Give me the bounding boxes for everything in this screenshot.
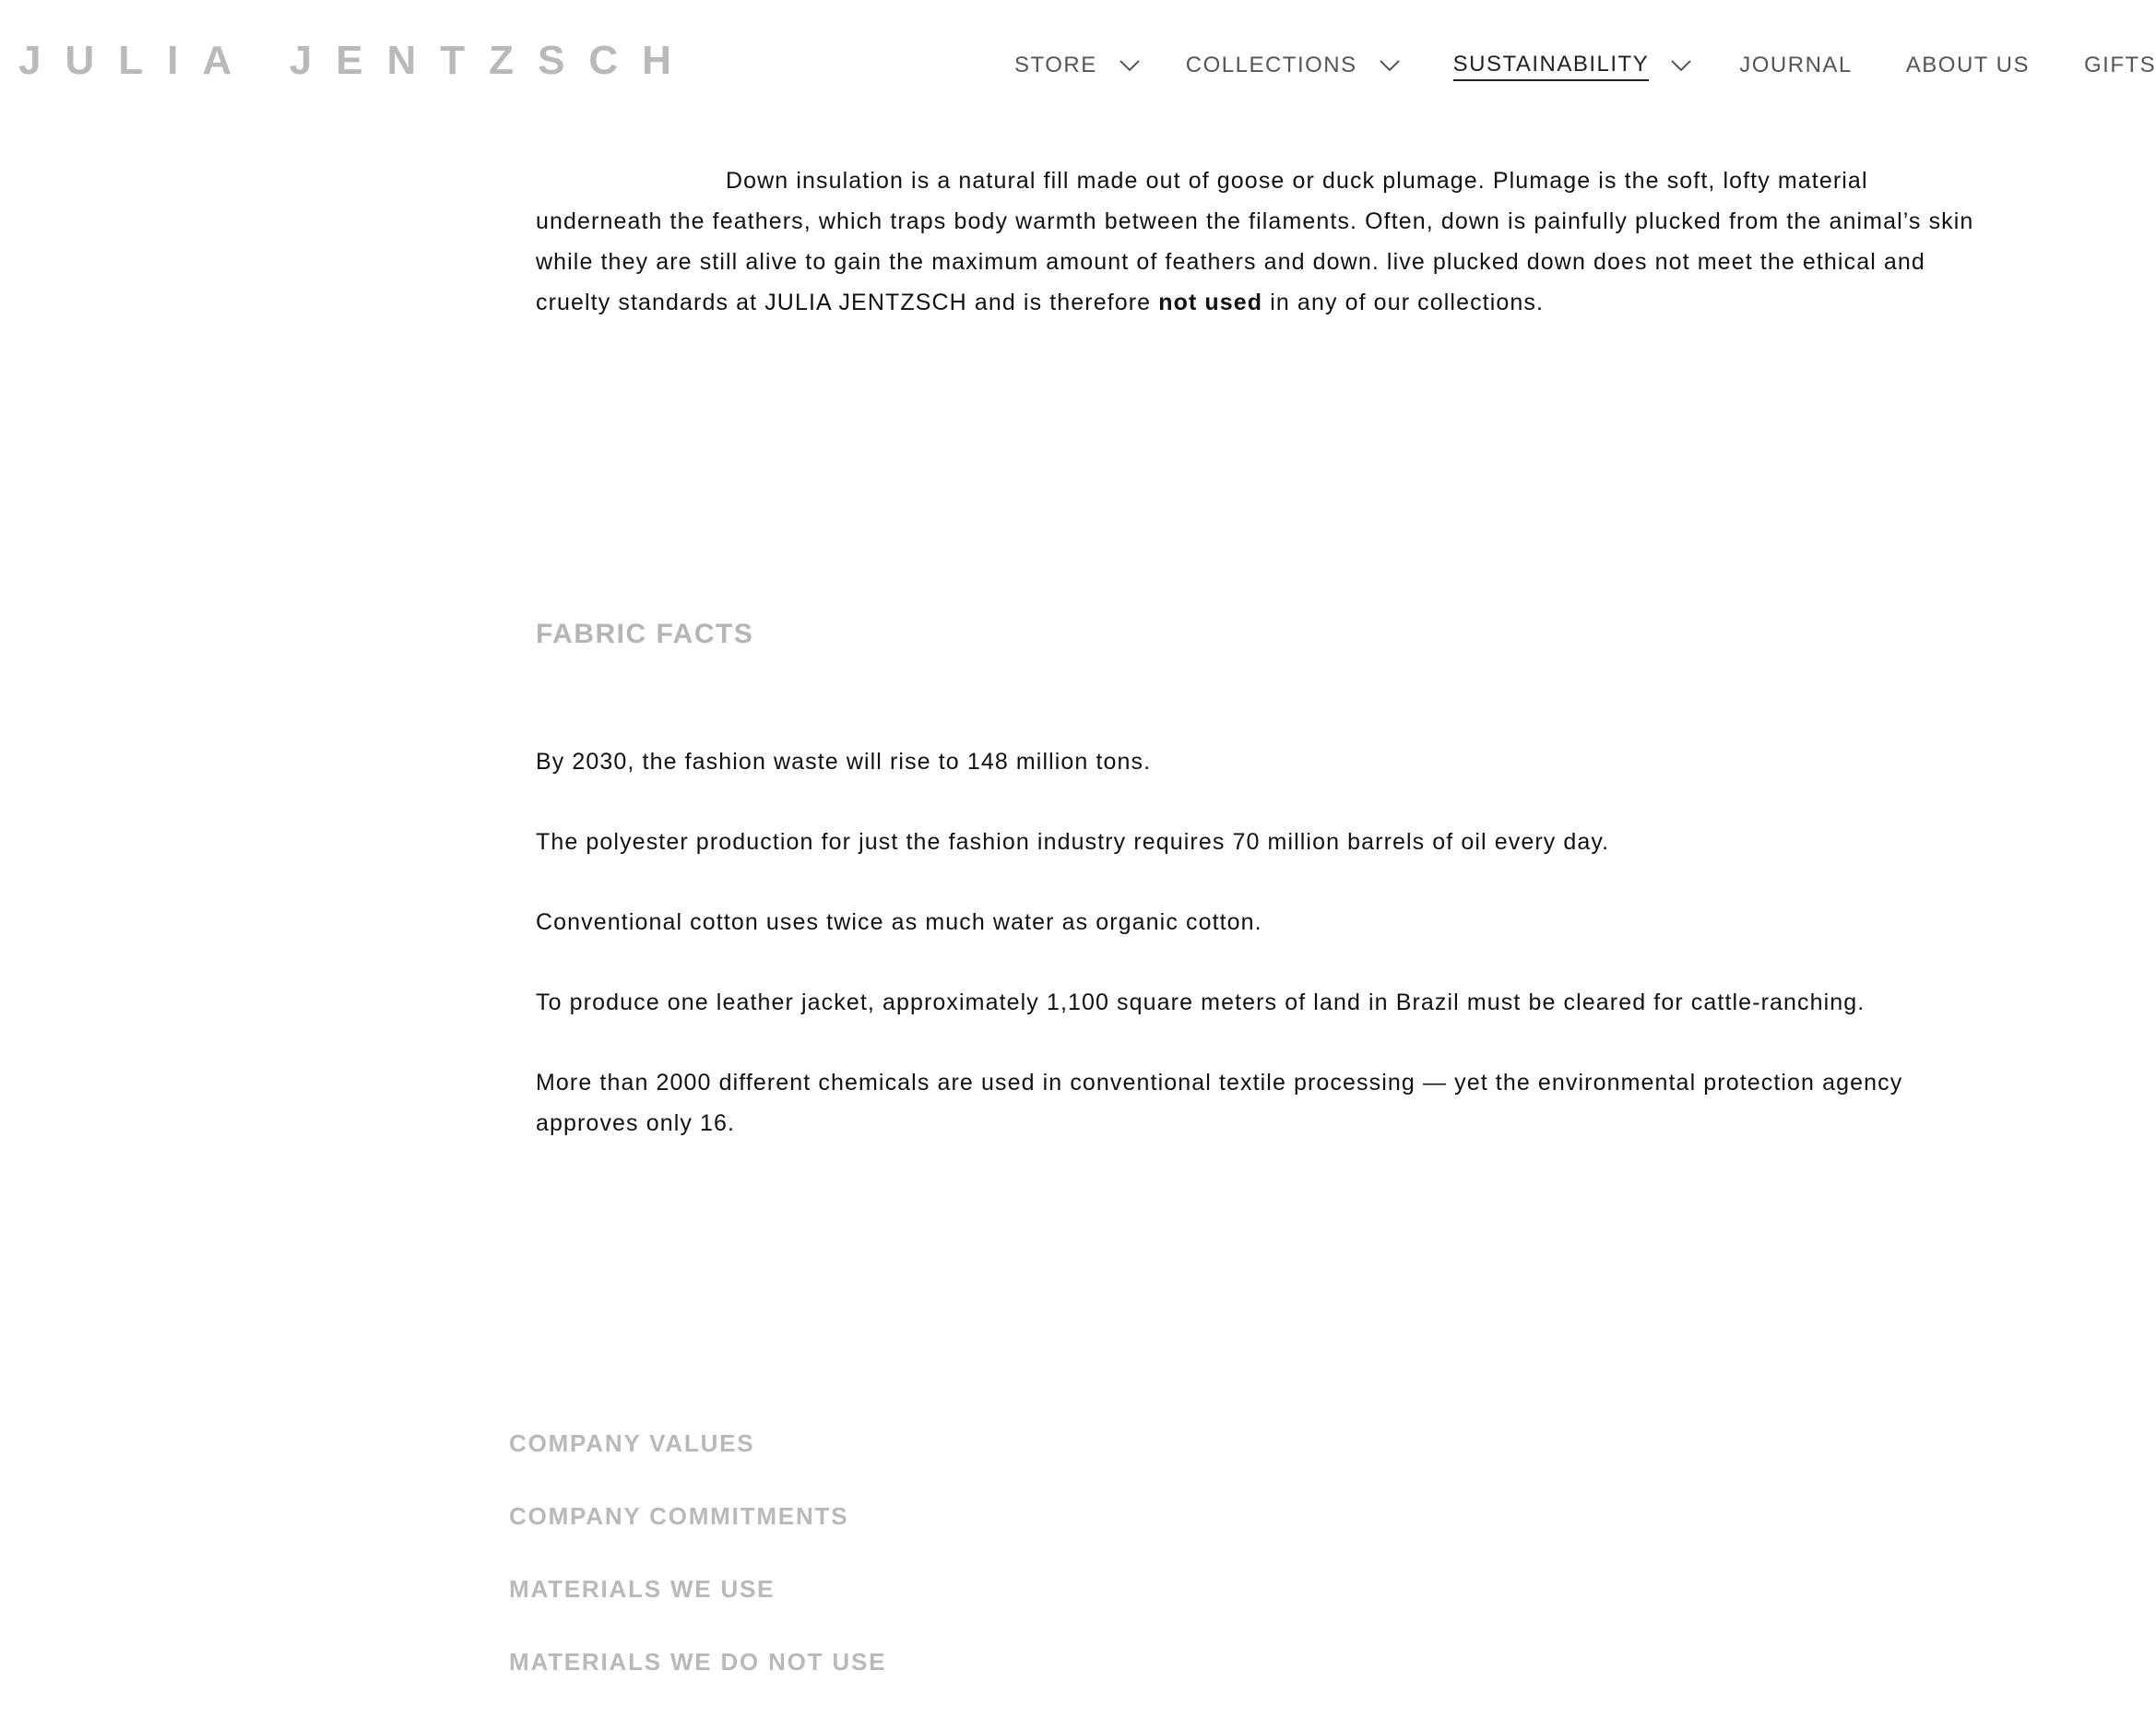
- main-nav: STORE COLLECTIONS SUSTAINABILITY JOURNAL…: [1014, 50, 2156, 81]
- down-insulation-section: Down insulation is a natural fill made o…: [536, 160, 2002, 323]
- fact-item: To produce one leather jacket, approxima…: [536, 989, 1866, 1015]
- fact-item: More than 2000 different chemicals are u…: [536, 1070, 1903, 1136]
- site-header: JULIA JENTZSCH STORE COLLECTIONS SUSTAIN…: [0, 0, 2156, 129]
- nav-item-label: JOURNAL: [1739, 53, 1853, 77]
- nav-item-about-us[interactable]: ABOUT US: [1906, 50, 2030, 81]
- chevron-down-icon: [1671, 60, 1691, 72]
- nav-item-collections[interactable]: COLLECTIONS: [1186, 50, 1400, 81]
- fabric-facts-title: FABRIC FACTS: [536, 619, 754, 649]
- link-materials-we-do-not-use[interactable]: MATERIALS WE DO NOT USE: [509, 1645, 886, 1678]
- link-company-commitments[interactable]: COMPANY COMMITMENTS: [509, 1499, 886, 1533]
- nav-item-store[interactable]: STORE: [1014, 50, 1140, 81]
- nav-item-label: ABOUT US: [1905, 53, 2031, 77]
- intro-bold-text: not used: [1158, 290, 1263, 315]
- nav-item-sustainability[interactable]: SUSTAINABILITY: [1452, 51, 1692, 81]
- nav-item-gifts[interactable]: GIFTS: [2084, 50, 2156, 81]
- fabric-facts-list: By 2030, the fashion waste will rise to …: [536, 741, 1974, 1183]
- fact-item: The polyester production for just the fa…: [536, 829, 1610, 855]
- fact-item: By 2030, the fashion waste will rise to …: [536, 749, 1152, 775]
- link-materials-we-use[interactable]: MATERIALS WE USE: [509, 1572, 886, 1605]
- link-company-values[interactable]: COMPANY VALUES: [509, 1427, 886, 1460]
- fact-item: Conventional cotton uses twice as much w…: [536, 909, 1262, 935]
- chevron-down-icon: [1379, 60, 1400, 72]
- nav-item-journal[interactable]: JOURNAL: [1739, 50, 1853, 81]
- intro-text-after: in any of our collections.: [1262, 290, 1545, 315]
- nav-item-label: SUSTAINABILITY: [1452, 51, 1650, 81]
- nav-item-label: COLLECTIONS: [1185, 53, 1357, 77]
- down-insulation-paragraph: Down insulation is a natural fill made o…: [536, 160, 2002, 323]
- nav-item-label: GIFTS: [2084, 53, 2156, 77]
- chevron-down-icon: [1119, 60, 1140, 72]
- brand-logo[interactable]: JULIA JENTZSCH: [18, 37, 695, 85]
- nav-item-label: STORE: [1014, 53, 1097, 77]
